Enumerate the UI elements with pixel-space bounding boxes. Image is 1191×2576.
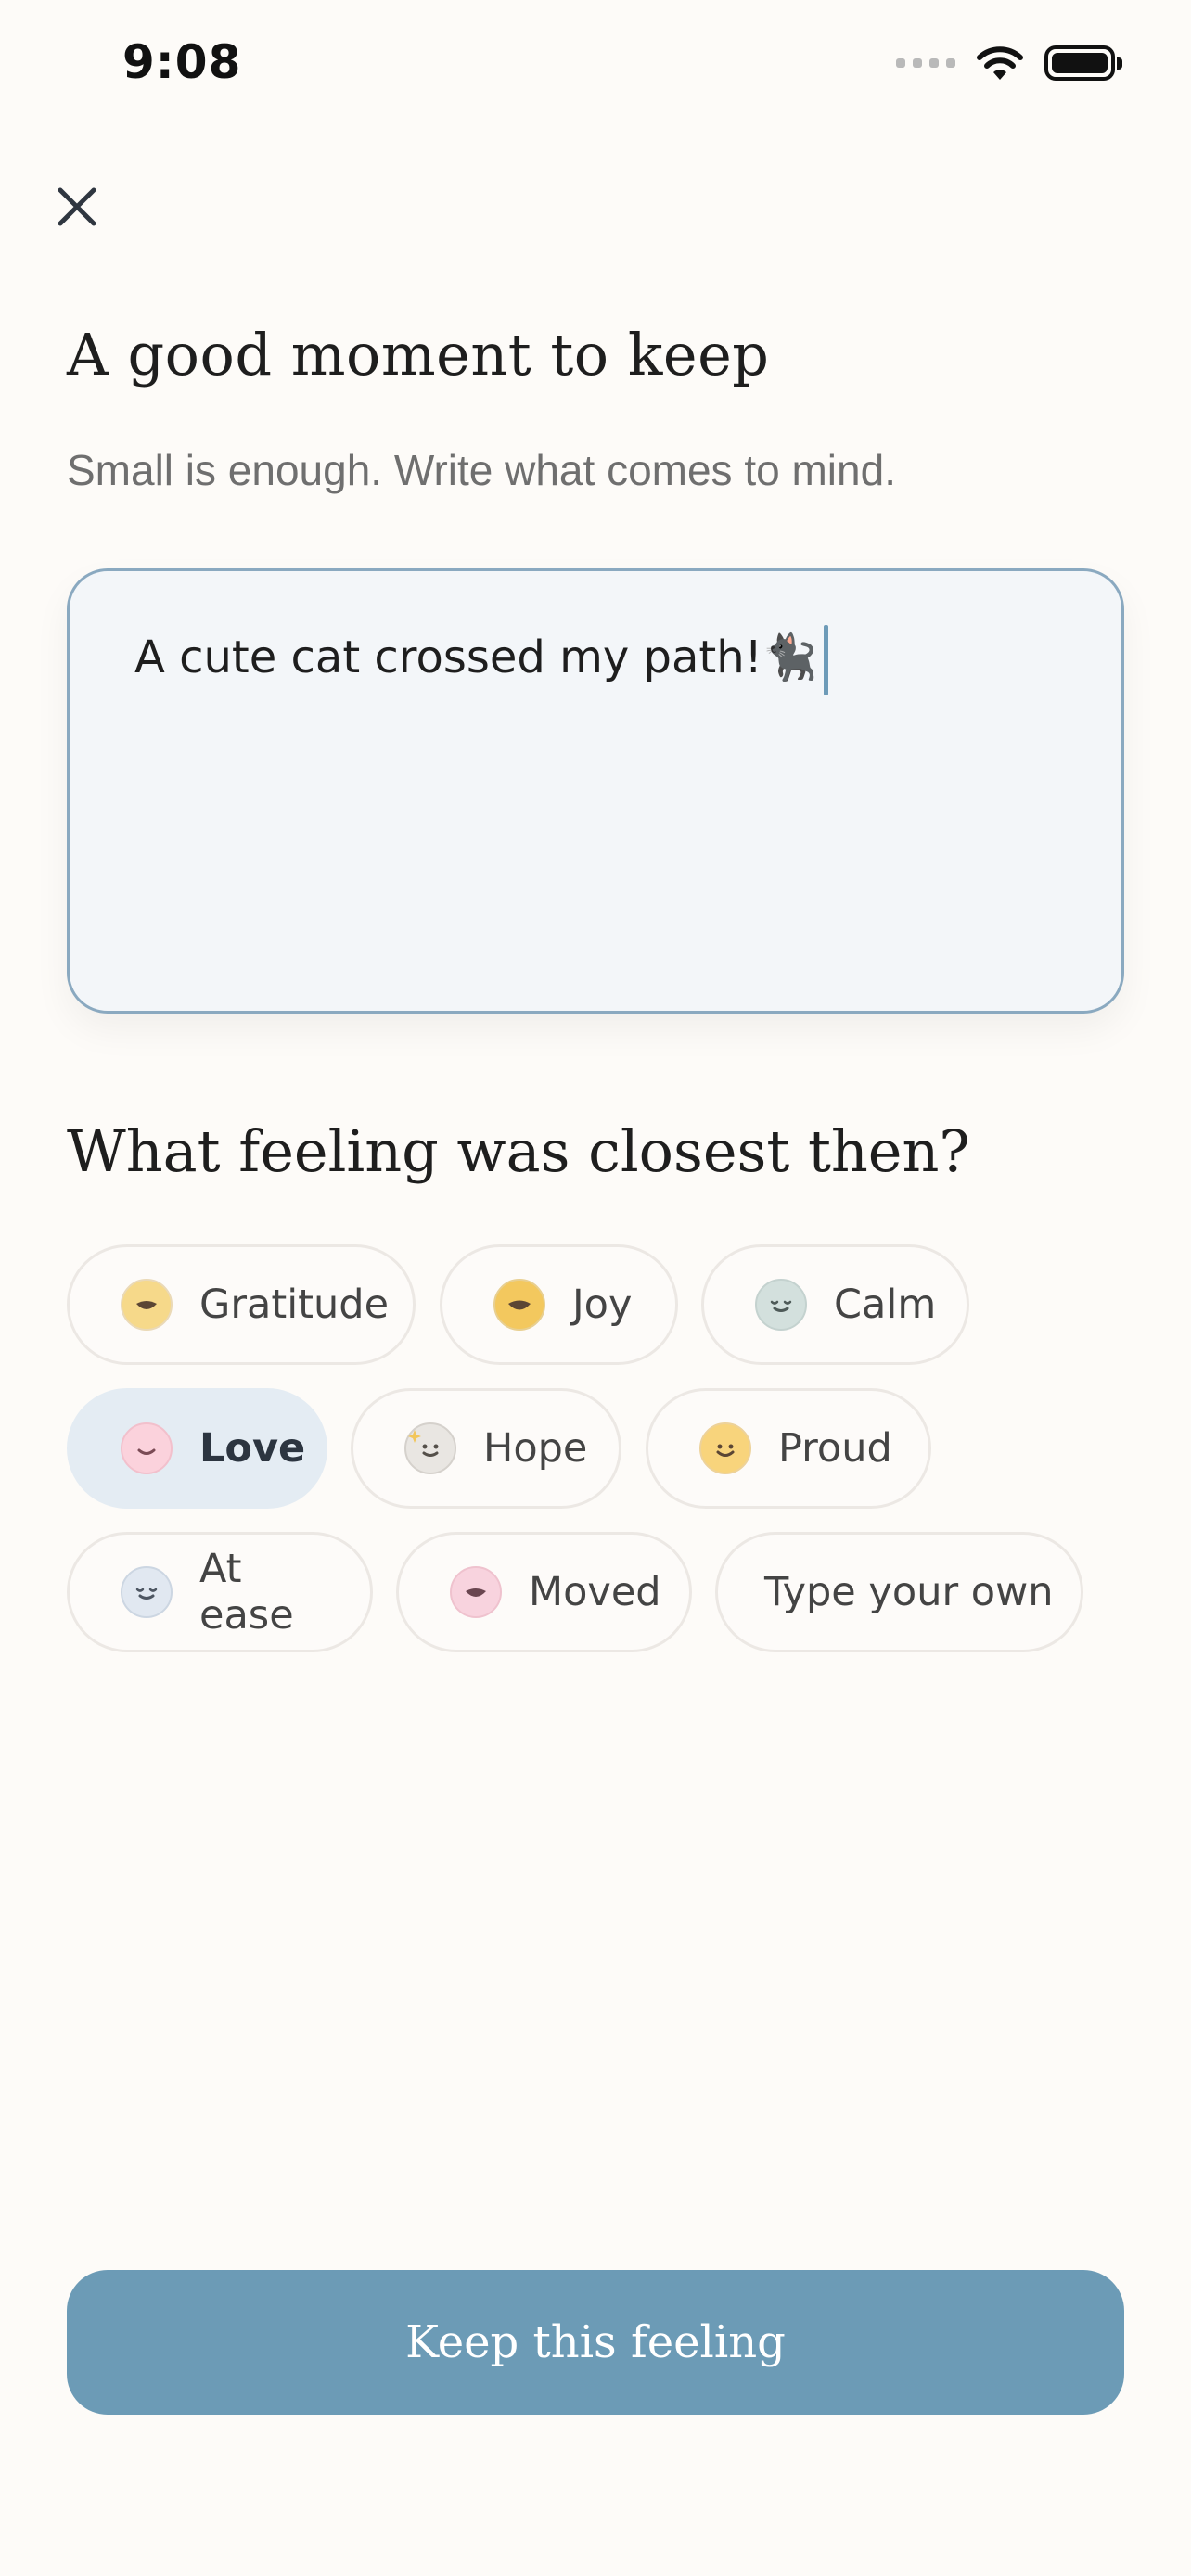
moment-text-area[interactable]: A cute cat crossed my path!🐈‍⬛ [67, 568, 1124, 1014]
at-ease-face-icon [121, 1566, 173, 1618]
feeling-chip-label: Hope [483, 1425, 588, 1472]
feeling-chip-label: Calm [834, 1282, 937, 1328]
proud-face-icon [699, 1422, 751, 1474]
feeling-chip-label: At ease [199, 1546, 294, 1639]
feeling-chip-at-ease[interactable]: At ease [67, 1532, 373, 1652]
feeling-chip-joy[interactable]: Joy [440, 1244, 678, 1365]
wifi-icon [977, 46, 1023, 80]
feeling-chip-label: Joy [572, 1282, 633, 1328]
cellular-signal-icon [896, 58, 955, 68]
feeling-chip-label: Love [199, 1425, 306, 1472]
gratitude-face-icon [121, 1279, 173, 1331]
feeling-chip-label: Proud [778, 1425, 892, 1472]
status-icons [896, 45, 1122, 82]
status-time: 9:08 [122, 35, 242, 89]
joy-face-icon [493, 1279, 545, 1331]
page-title: A good moment to keep [67, 321, 770, 389]
feeling-chip-calm[interactable]: Calm [701, 1244, 969, 1365]
page-subtitle: Small is enough. Write what comes to min… [67, 446, 896, 494]
feeling-chip-label: Gratitude [199, 1282, 390, 1328]
feeling-chip-label: Type your own [764, 1569, 1054, 1615]
keep-feeling-button[interactable]: Keep this feeling [67, 2270, 1124, 2415]
love-face-icon [121, 1422, 173, 1474]
feeling-chip-love[interactable]: Love [67, 1388, 327, 1509]
calm-face-icon [755, 1279, 807, 1331]
feeling-chip-hope[interactable]: Hope [351, 1388, 621, 1509]
battery-icon [1044, 45, 1122, 81]
feeling-chip-moved[interactable]: Moved [396, 1532, 692, 1652]
hope-face-icon [404, 1422, 456, 1474]
close-icon [58, 187, 96, 226]
feeling-chip-proud[interactable]: Proud [646, 1388, 931, 1509]
feeling-chip-gratitude[interactable]: Gratitude [67, 1244, 416, 1365]
moved-face-icon [450, 1566, 502, 1618]
feelings-title: What feeling was closest then? [67, 1117, 970, 1185]
feeling-chip-label: Moved [529, 1569, 661, 1615]
close-button[interactable] [48, 178, 106, 236]
text-caret [823, 625, 828, 695]
moment-text-value: A cute cat crossed my path!🐈‍⬛ [134, 631, 818, 683]
feeling-chip-type-your-own[interactable]: Type your own [715, 1532, 1083, 1652]
